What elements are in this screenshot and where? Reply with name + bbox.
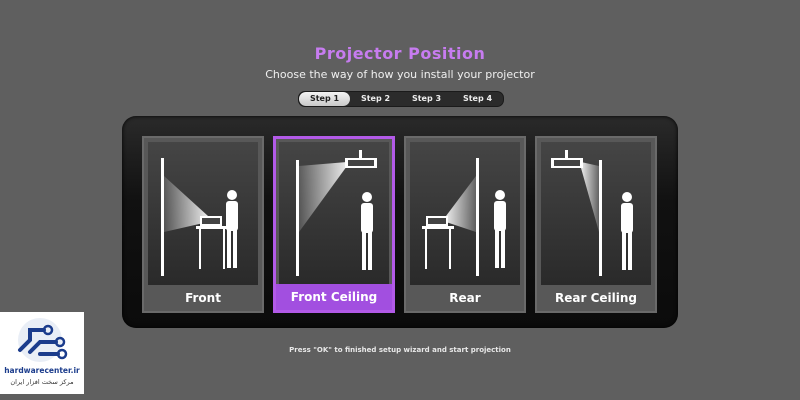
step-4-tab[interactable]: Step 4 [452,92,503,106]
step-3-tab[interactable]: Step 3 [401,92,452,106]
option-rear[interactable]: Rear [404,136,526,313]
footer-instructions: Press "OK" to finished setup wizard and … [289,346,511,354]
position-options-panel: Front Front Ceiling Rear Rear Ceiling [122,116,678,328]
page-subtitle: Choose the way of how you install your p… [265,68,535,81]
rear-illustration [410,142,520,285]
option-rear-ceiling[interactable]: Rear Ceiling [535,136,657,313]
rear-ceiling-illustration [541,142,651,285]
front-illustration [148,142,258,285]
page-title: Projector Position [314,44,486,63]
step-1-tab[interactable]: Step 1 [299,92,350,106]
circuit-logo-icon [18,318,68,362]
option-front-ceiling-label: Front Ceiling [276,284,392,310]
watermark-tagline: مرکز سخت افزار ایران [10,378,74,386]
option-rear-label: Rear [449,291,481,305]
watermark-logo: hardwarecenter.ir مرکز سخت افزار ایران [0,312,84,394]
watermark-site: hardwarecenter.ir [4,366,80,375]
option-front[interactable]: Front [142,136,264,313]
option-front-label: Front [185,291,221,305]
option-rear-ceiling-label: Rear Ceiling [555,291,637,305]
option-front-ceiling[interactable]: Front Ceiling [273,136,395,313]
step-2-tab[interactable]: Step 2 [350,92,401,106]
step-indicator: Step 1 Step 2 Step 3 Step 4 [298,91,504,107]
front-ceiling-illustration [279,142,389,285]
